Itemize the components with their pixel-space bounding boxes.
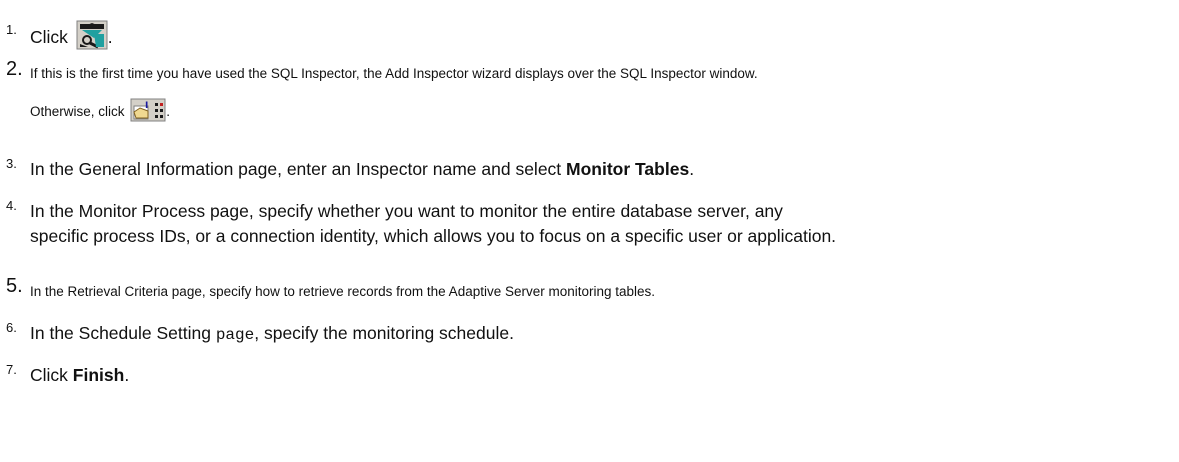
- step-4: 4. In the Monitor Process page, specify …: [0, 196, 1179, 256]
- step-number: 6.: [6, 320, 17, 335]
- step-number: 2.: [6, 58, 23, 80]
- step-label: In the Schedule Setting: [30, 323, 216, 343]
- step-number: 3.: [6, 156, 17, 171]
- step-3: 3. In the General Information page, ente…: [0, 154, 1179, 184]
- step-line-1: In the Monitor Process page, specify whe…: [30, 201, 783, 221]
- step-code: page: [215, 326, 255, 344]
- step-line-1: If this is the first time you have used …: [30, 66, 758, 81]
- step-label: Click: [30, 365, 73, 385]
- step-label: In the General Information page, enter a…: [30, 159, 567, 179]
- option-monitor-tables: Monitor Tables: [566, 159, 690, 179]
- step-line-2: Otherwise, click I .: [30, 98, 1167, 122]
- step-text: Click .: [30, 20, 1167, 50]
- step-label: Otherwise, click: [30, 104, 125, 119]
- svg-text:I: I: [145, 101, 148, 111]
- step-text: In the General Information page, enter a…: [30, 157, 1167, 182]
- step-6: 6. In the Schedule Setting page, specify…: [0, 318, 1179, 348]
- finish-button-label: Finish: [72, 365, 125, 385]
- step-text: If this is the first time you have used …: [30, 64, 1167, 122]
- step-number: 4.: [6, 198, 17, 213]
- add-inspector-icon: I: [130, 98, 166, 122]
- step-label: Click: [30, 27, 68, 47]
- step-1: 1. Click .: [0, 8, 1179, 50]
- step-2: 2. If this is the first time you have us…: [0, 58, 1179, 140]
- sql-inspector-icon: [76, 20, 108, 50]
- step-text: In the Schedule Setting page, specify th…: [30, 321, 1167, 348]
- step-number: 1.: [6, 22, 17, 37]
- step-5: 5. In the Retrieval Criteria page, speci…: [0, 275, 1179, 307]
- step-end: .: [689, 159, 695, 179]
- step-end: .: [124, 365, 130, 385]
- step-text: Click Finish.: [30, 363, 1167, 388]
- step-label-end: , specify the monitoring schedule.: [254, 323, 514, 343]
- step-text: In the Monitor Process page, specify whe…: [30, 199, 1167, 249]
- step-end: .: [166, 104, 171, 119]
- step-end: .: [107, 27, 113, 47]
- step-label: In the Retrieval Criteria page, specify …: [30, 284, 656, 299]
- step-text: In the Retrieval Criteria page, specify …: [30, 282, 1167, 302]
- step-7: 7. Click Finish.: [0, 360, 1179, 390]
- step-line-2: specific process IDs, or a connection id…: [30, 226, 837, 246]
- step-number: 7.: [6, 362, 17, 377]
- step-number: 5.: [6, 275, 23, 297]
